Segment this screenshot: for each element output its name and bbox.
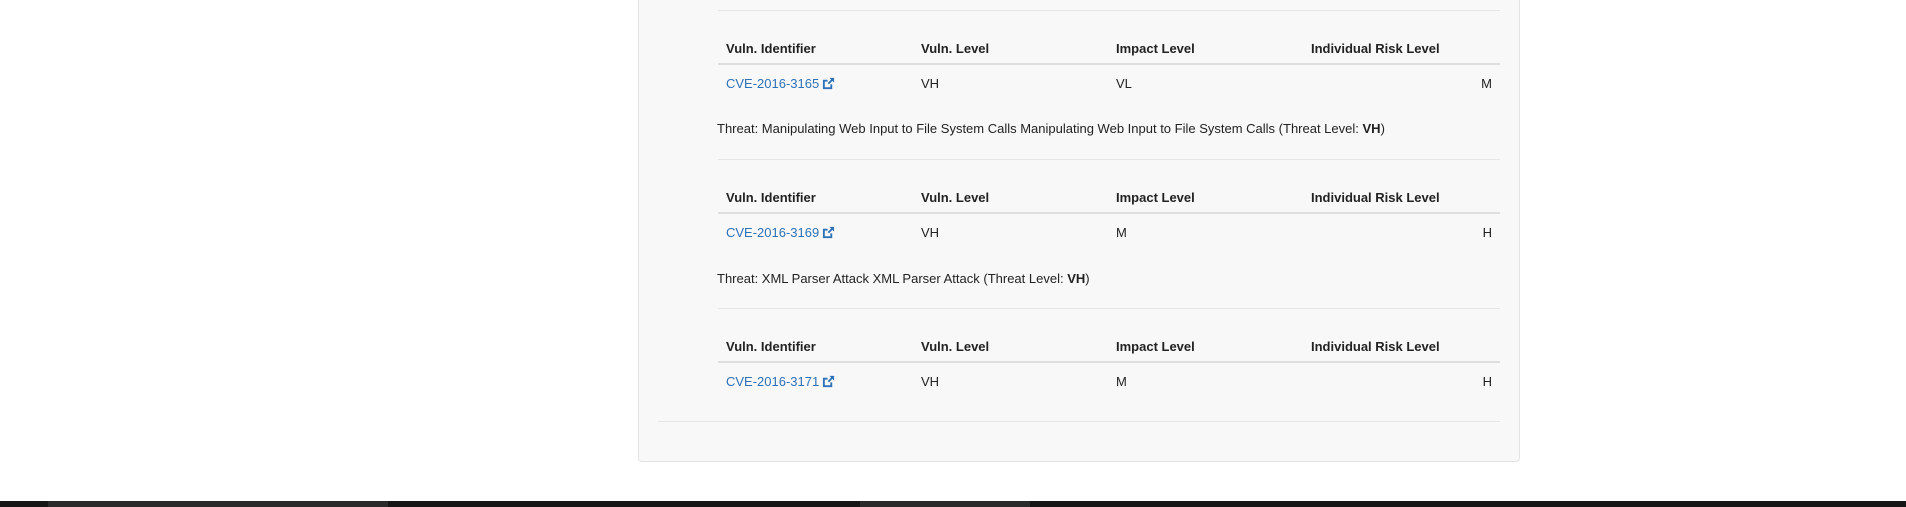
risk-level-cell: H xyxy=(1482,374,1492,389)
col-individual-risk-level: Individual Risk Level xyxy=(1303,183,1500,214)
vuln-level-cell: VH xyxy=(921,225,940,240)
col-vuln-level: Vuln. Level xyxy=(913,183,1108,214)
table-header-row: Vuln. Identifier Vuln. Level Impact Leve… xyxy=(718,34,1500,65)
table-row: CVE-2016-3169 VH M H xyxy=(718,213,1500,251)
cve-link[interactable]: CVE-2016-3171 xyxy=(726,374,835,389)
vuln-identifier-cell: CVE-2016-3169 xyxy=(718,213,913,251)
impact-level-cell: M xyxy=(1116,374,1127,389)
external-link-icon xyxy=(823,226,835,239)
impact-level-cell: VL xyxy=(1116,76,1132,91)
cve-link[interactable]: CVE-2016-3169 xyxy=(726,225,835,240)
col-vuln-identifier: Vuln. Identifier xyxy=(718,183,913,214)
panel-bottom-divider xyxy=(658,421,1500,422)
threat-line: Threat: XML Parser Attack XML Parser Att… xyxy=(717,271,1090,286)
impact-level-cell: M xyxy=(1116,225,1127,240)
taskbar-strip xyxy=(0,501,1906,507)
col-vuln-identifier: Vuln. Identifier xyxy=(718,34,913,65)
vuln-level-cell: VH xyxy=(921,76,940,91)
threat-line: Threat: Manipulating Web Input to File S… xyxy=(717,121,1385,136)
vulnerability-table: Vuln. Identifier Vuln. Level Impact Leve… xyxy=(718,34,1500,102)
col-impact-level: Impact Level xyxy=(1108,34,1303,65)
vulnerability-table: Vuln. Identifier Vuln. Level Impact Leve… xyxy=(718,183,1500,251)
taskbar-segment xyxy=(860,501,1030,507)
section-divider xyxy=(718,308,1500,309)
threat-name: XML Parser Attack XML Parser Attack xyxy=(761,271,980,286)
col-individual-risk-level: Individual Risk Level xyxy=(1303,34,1500,65)
table-header-row: Vuln. Identifier Vuln. Level Impact Leve… xyxy=(718,183,1500,214)
col-vuln-level: Vuln. Level xyxy=(913,332,1108,363)
col-vuln-identifier: Vuln. Identifier xyxy=(718,332,913,363)
col-vuln-level: Vuln. Level xyxy=(913,34,1108,65)
risk-level-cell: M xyxy=(1481,76,1492,91)
vulnerability-table: Vuln. Identifier Vuln. Level Impact Leve… xyxy=(718,332,1500,400)
vuln-identifier-cell: CVE-2016-3165 xyxy=(718,64,913,102)
section-divider xyxy=(718,159,1500,160)
threat-level: VH xyxy=(1067,271,1086,286)
vuln-level-cell: VH xyxy=(921,374,940,389)
threat-name: Manipulating Web Input to File System Ca… xyxy=(761,121,1276,136)
external-link-icon xyxy=(823,77,835,90)
col-individual-risk-level: Individual Risk Level xyxy=(1303,332,1500,363)
table-header-row: Vuln. Identifier Vuln. Level Impact Leve… xyxy=(718,332,1500,363)
vuln-identifier-cell: CVE-2016-3171 xyxy=(718,362,913,400)
risk-level-cell: H xyxy=(1482,225,1492,240)
cve-link[interactable]: CVE-2016-3165 xyxy=(726,76,835,91)
external-link-icon xyxy=(823,375,835,388)
table-row: CVE-2016-3171 VH M H xyxy=(718,362,1500,400)
table-row: CVE-2016-3165 VH VL M xyxy=(718,64,1500,102)
section-divider xyxy=(718,10,1500,11)
col-impact-level: Impact Level xyxy=(1108,183,1303,214)
col-impact-level: Impact Level xyxy=(1108,332,1303,363)
threat-level: VH xyxy=(1362,121,1381,136)
taskbar-segment xyxy=(48,501,388,507)
